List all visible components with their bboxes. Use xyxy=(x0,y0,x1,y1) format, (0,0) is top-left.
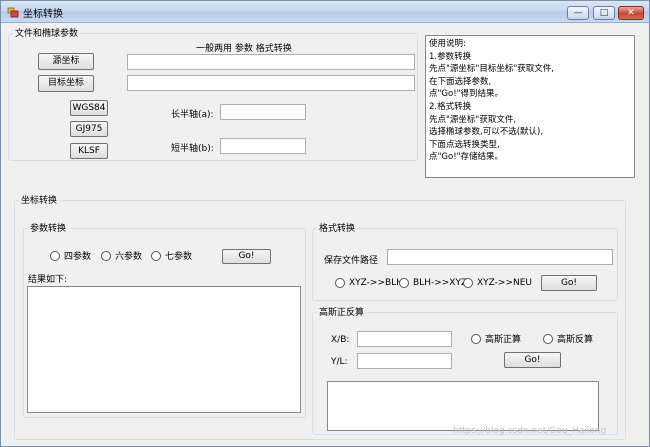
radio-blh-xyz[interactable]: BLH->>XYZ xyxy=(399,278,467,288)
gauss-go-button[interactable]: Go! xyxy=(504,352,561,368)
semi-major-label: 长半轴(a): xyxy=(171,110,214,120)
xb-label: X/B: xyxy=(331,335,350,345)
window-title: 坐标转换 xyxy=(23,9,63,20)
semi-minor-label: 短半轴(b): xyxy=(171,144,214,154)
gj975-button[interactable]: GJ975 xyxy=(70,121,108,137)
radio-label: 四参数 xyxy=(64,252,92,262)
minimize-button[interactable]: — xyxy=(567,6,589,20)
close-button[interactable]: ✕ xyxy=(618,6,644,20)
radio-xyz-neu[interactable]: XYZ->>NEU xyxy=(463,278,532,288)
radio-dot xyxy=(463,278,473,288)
wgs84-button[interactable]: WGS84 xyxy=(70,100,108,116)
coord-convert-group: 坐标转换 参数转换 四参数 六参数 七参数 Go! 结果如下: 格式转换 保存文… xyxy=(14,193,626,440)
yl-input[interactable] xyxy=(357,353,452,369)
radio-dot xyxy=(471,333,481,344)
radio-four-param[interactable]: 四参数 xyxy=(50,249,91,262)
radio-dot xyxy=(543,333,553,344)
title-bar[interactable]: 坐标转换 — □ ✕ xyxy=(1,1,649,23)
radio-label: XYZ->>NEU xyxy=(477,278,533,288)
maximize-button[interactable]: □ xyxy=(593,6,615,20)
gauss-group: 高斯正反算 X/B: Y/L: 高斯正算 高斯反算 Go! xyxy=(312,305,618,435)
semi-minor-input[interactable] xyxy=(220,138,306,154)
file-ellipsoid-group: 文件和椭球参数 一般两用 参数 格式转换 源坐标 目标坐标 WGS84 GJ97… xyxy=(8,26,418,161)
radio-gauss-inverse[interactable]: 高斯反算 xyxy=(543,332,593,345)
radio-dot xyxy=(399,278,409,288)
param-group-legend: 参数转换 xyxy=(28,221,69,234)
source-path-input[interactable] xyxy=(127,54,415,70)
gauss-group-legend: 高斯正反算 xyxy=(317,305,367,318)
radio-label: BLH->>XYZ xyxy=(413,278,468,288)
gauss-result-textarea[interactable] xyxy=(327,381,599,431)
radio-label: 高斯反算 xyxy=(557,335,594,345)
help-textbox[interactable]: 使用说明: 1.参数转换 先点"源坐标"目标坐标"获取文件, 在下面选择参数, … xyxy=(425,35,635,178)
radio-label: 高斯正算 xyxy=(485,335,522,345)
radio-label: 六参数 xyxy=(115,252,143,262)
format-go-button[interactable]: Go! xyxy=(541,275,597,291)
radio-label: XYZ->>BLH xyxy=(349,278,403,288)
save-path-label: 保存文件路径 xyxy=(324,256,379,266)
result-label: 结果如下: xyxy=(28,275,68,285)
radio-xyz-blh[interactable]: XYZ->>BLH xyxy=(335,278,403,288)
main-window: 坐标转换 — □ ✕ 文件和椭球参数 一般两用 参数 格式转换 源坐标 目标坐标… xyxy=(0,0,650,447)
radio-gauss-forward[interactable]: 高斯正算 xyxy=(471,332,521,345)
watermark: https://blog.csdn.net/Gou_Hailong xyxy=(453,426,607,436)
save-path-input[interactable] xyxy=(387,249,613,265)
semi-major-input[interactable] xyxy=(220,104,306,120)
file-group-legend: 文件和椭球参数 xyxy=(13,26,81,39)
radio-label: 七参数 xyxy=(165,252,193,262)
target-path-input[interactable] xyxy=(127,75,415,91)
radio-dot xyxy=(335,278,345,288)
radio-dot xyxy=(101,250,111,261)
convert-group-legend: 坐标转换 xyxy=(19,193,60,206)
header-hint: 一般两用 参数 格式转换 xyxy=(196,44,292,54)
source-coord-button[interactable]: 源坐标 xyxy=(38,53,94,70)
format-convert-group: 格式转换 保存文件路径 XYZ->>BLH BLH->>XYZ XYZ->>NE… xyxy=(312,221,618,301)
param-result-textarea[interactable] xyxy=(27,286,301,413)
radio-seven-param[interactable]: 七参数 xyxy=(151,249,192,262)
radio-dot xyxy=(50,250,60,261)
param-go-button[interactable]: Go! xyxy=(222,249,271,264)
klsf-button[interactable]: KLSF xyxy=(70,143,108,159)
app-icon xyxy=(7,7,19,18)
target-coord-button[interactable]: 目标坐标 xyxy=(38,75,94,92)
format-group-legend: 格式转换 xyxy=(317,221,358,234)
xb-input[interactable] xyxy=(357,331,452,347)
radio-dot xyxy=(151,250,161,261)
yl-label: Y/L: xyxy=(331,357,348,367)
radio-six-param[interactable]: 六参数 xyxy=(101,249,142,262)
